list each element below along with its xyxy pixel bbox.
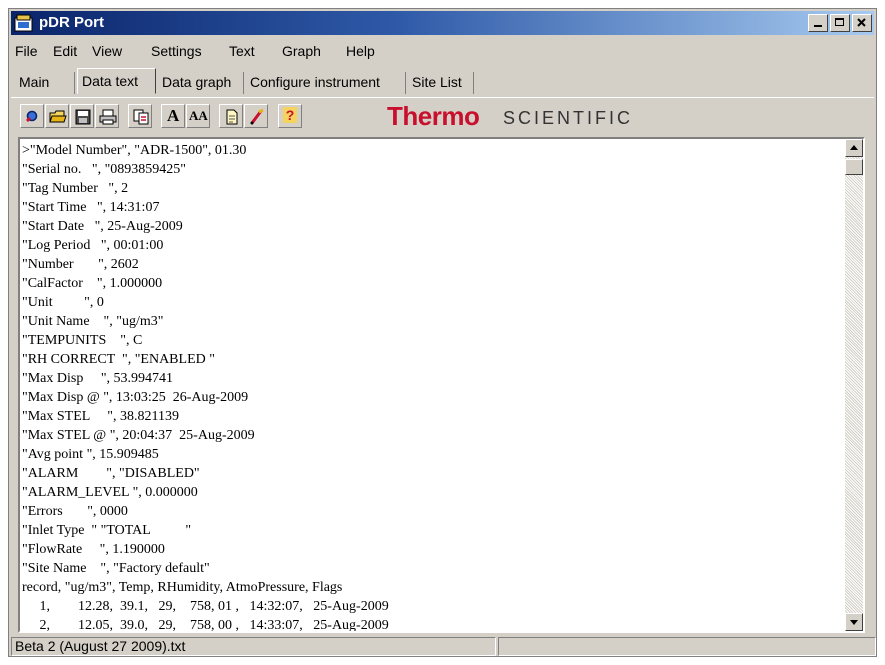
brand-logo-thermo: Thermo <box>387 101 480 131</box>
brand-logo-scientific: SCIENTIFIC <box>503 108 634 128</box>
data-text-line: 2, 12.05, 39.0, 29, 758, 00 , 14:33:07, … <box>22 618 389 633</box>
status-filename: Beta 2 (August 27 2009).txt <box>11 637 496 656</box>
close-icon <box>857 18 866 27</box>
data-text-line: "Max STEL ", 38.821139 <box>22 409 179 424</box>
data-text-line: "Inlet Type " "TOTAL " <box>22 523 192 538</box>
tab-data-text[interactable]: Data text <box>77 68 156 94</box>
tab-site-list[interactable]: Site List <box>408 72 474 94</box>
print-icon <box>99 109 117 125</box>
data-text-line: "Site Name ", "Factory default" <box>22 561 210 576</box>
data-text-area[interactable]: >"Model Number", "ADR-1500", 01.30 "Seria… <box>18 137 865 633</box>
status-bar: Beta 2 (August 27 2009).txt <box>11 637 876 656</box>
title-bar[interactable]: pDR Port <box>11 11 874 35</box>
data-text-line: "Tag Number ", 2 <box>22 181 129 196</box>
save-icon <box>75 109 91 125</box>
data-text-line: "CalFactor ", 1.000000 <box>22 276 163 291</box>
maximize-icon <box>835 18 844 26</box>
arrow-up-icon <box>850 145 858 150</box>
data-text-line: record, "ug/m3", Temp, RHumidity, AtmoPr… <box>22 580 343 595</box>
font-icon: A <box>167 106 180 125</box>
toolbar: A AA ? Thermo SCIENTIFIC <box>11 100 874 134</box>
search-button[interactable] <box>20 104 44 128</box>
highlight-icon <box>250 108 264 125</box>
font-button[interactable]: A <box>161 104 185 128</box>
menu-settings[interactable]: Settings <box>151 43 202 59</box>
arrow-down-icon <box>850 620 858 625</box>
data-text-line: "Errors ", 0000 <box>22 504 128 519</box>
data-text-line: "ALARM ", "DISABLED" <box>22 466 200 481</box>
app-window: pDR Port File Edit View Settings Text Gr… <box>8 8 877 657</box>
open-folder-icon <box>49 110 67 123</box>
data-text-line: "Serial no. ", "0893859425" <box>22 162 187 177</box>
help-button[interactable]: ? <box>278 104 302 128</box>
tab-main[interactable]: Main <box>15 72 75 94</box>
scroll-down-button[interactable] <box>845 613 863 631</box>
status-extra <box>498 637 876 656</box>
copy-button[interactable] <box>128 104 152 128</box>
highlight-button[interactable] <box>244 104 268 128</box>
minimize-button[interactable] <box>808 14 828 32</box>
data-text-line: "Log Period ", 00:01:00 <box>22 238 164 253</box>
search-icon <box>25 110 38 123</box>
vertical-scrollbar[interactable] <box>845 139 863 631</box>
data-text-line: "Unit Name ", "ug/m3" <box>22 314 164 329</box>
data-text-line: "Max Disp @ ", 13:03:25 26-Aug-2009 <box>22 390 249 405</box>
data-text-line: >"Model Number", "ADR-1500", 01.30 <box>22 143 247 158</box>
copy-icon <box>133 109 149 125</box>
font-size-icon: AA <box>189 108 208 123</box>
print-button[interactable] <box>95 104 119 128</box>
data-text-line: 1, 12.28, 39.1, 29, 758, 01 , 14:32:07, … <box>22 599 389 614</box>
data-text-line: "Start Time ", 14:31:07 <box>22 200 160 215</box>
menu-bar: File Edit View Settings Text Graph Help <box>11 36 874 63</box>
window-title: pDR Port <box>39 14 104 31</box>
font-size-button[interactable]: AA <box>186 104 210 128</box>
maximize-button[interactable] <box>830 14 850 32</box>
tab-configure-instrument[interactable]: Configure instrument <box>246 72 406 94</box>
tab-divider <box>11 97 874 98</box>
document-icon <box>226 109 238 125</box>
scroll-up-button[interactable] <box>845 139 863 157</box>
save-button[interactable] <box>70 104 94 128</box>
menu-text[interactable]: Text <box>229 43 255 59</box>
app-icon <box>14 14 33 32</box>
help-icon: ? <box>283 107 297 123</box>
menu-view[interactable]: View <box>92 43 122 59</box>
data-text-line: "Max STEL @ ", 20:04:37 25-Aug-2009 <box>22 428 255 443</box>
data-text-line: "ALARM_LEVEL ", 0.000000 <box>22 485 198 500</box>
data-text-line: "FlowRate ", 1.190000 <box>22 542 165 557</box>
tab-data-graph[interactable]: Data graph <box>158 72 244 94</box>
close-button[interactable] <box>852 14 872 32</box>
minimize-icon <box>814 25 822 27</box>
tab-strip: Main Data text Data graph Configure inst… <box>11 67 874 97</box>
data-text-line: "TEMPUNITS ", C <box>22 333 143 348</box>
data-text-line: "Start Date ", 25-Aug-2009 <box>22 219 183 234</box>
scroll-thumb[interactable] <box>845 159 863 175</box>
data-text-line: "Unit ", 0 <box>22 295 104 310</box>
menu-graph[interactable]: Graph <box>282 43 321 59</box>
data-text-line: "Avg point ", 15.909485 <box>22 447 159 462</box>
data-text-line: "Number ", 2602 <box>22 257 139 272</box>
menu-help[interactable]: Help <box>346 43 375 59</box>
open-button[interactable] <box>45 104 69 128</box>
document-button[interactable] <box>219 104 243 128</box>
menu-edit[interactable]: Edit <box>53 43 77 59</box>
menu-file[interactable]: File <box>15 43 38 59</box>
data-text-lines: >"Model Number", "ADR-1500", 01.30 "Seria… <box>22 141 841 633</box>
data-text-line: "Max Disp ", 53.994741 <box>22 371 174 386</box>
data-text-line: "RH CORRECT ", "ENABLED " <box>22 352 215 367</box>
